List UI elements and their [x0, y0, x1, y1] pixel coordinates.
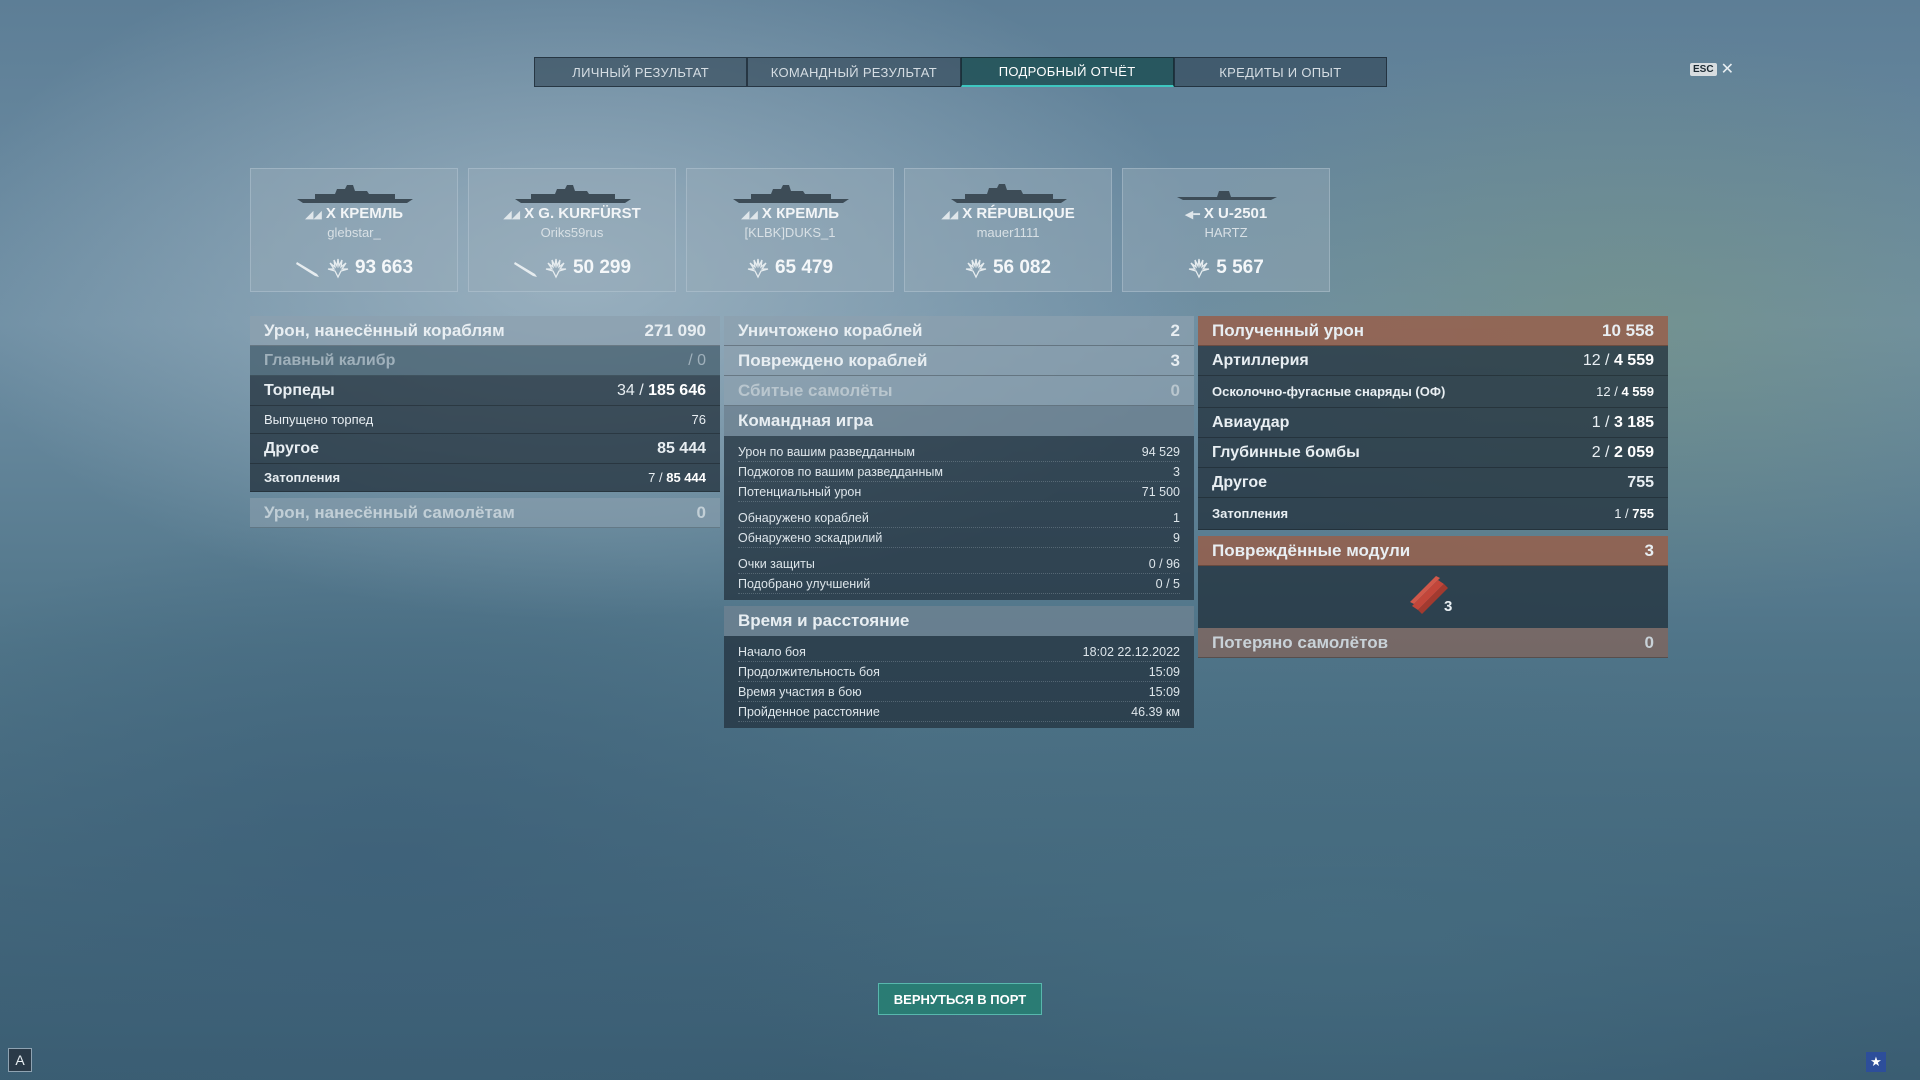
ship-name: RÉPUBLIQUE — [976, 205, 1075, 222]
he-shells-row: Осколочно-фугасные снаряды (ОФ) 12 / 4 5… — [1198, 376, 1668, 408]
list-item: Потенциальный урон 71 500 — [738, 482, 1180, 502]
ship-name: КРЕМЛЬ — [776, 205, 840, 222]
player-name: [KLBK]DUKS_1 — [744, 225, 836, 240]
close-button[interactable]: ESC ✕ — [1690, 59, 1734, 79]
player-name: HARTZ — [1204, 225, 1248, 240]
battleship-class-icon: ◢◢ — [740, 209, 758, 221]
module-count: 3 — [1444, 598, 1453, 615]
ship-damage: 65 479 — [774, 257, 834, 278]
ship-card[interactable]: ◢◢ X RÉPUBLIQUE mauer1111 56 082 — [904, 168, 1112, 292]
list-item: Поджогов по вашим разведданным 3 — [738, 462, 1180, 482]
ship-card[interactable]: ◀━ X U-2501 HARTZ 5 567 — [1122, 168, 1330, 292]
battle-stats-panel: Уничтожено кораблей 2 Повреждено корабле… — [724, 316, 1194, 728]
list-item: Начало боя 18:02 22.12.2022 — [738, 642, 1180, 662]
ship-name: G. KURFÜRST — [538, 205, 641, 222]
torpedo-icon — [513, 262, 537, 277]
depth-charges-row: Глубинные бомбы 2 / 2 059 — [1198, 438, 1668, 468]
flooding-row: Затопления 7 / 85 444 — [250, 464, 720, 492]
player-name: Oriks59rus — [540, 225, 604, 240]
air-strike-row: Авиаудар 1 / 3 185 — [1198, 408, 1668, 438]
torpedoes-row: Торпеды 34 / 185 646 — [250, 376, 720, 406]
ship-card[interactable]: ◢◢ X КРЕМЛЬ [KLBK]DUKS_1 65 479 — [686, 168, 894, 292]
esc-key-badge: ESC — [1690, 62, 1717, 76]
planes-lost-row: Потеряно самолётов 0 — [1198, 628, 1668, 658]
close-icon: ✕ — [1720, 61, 1734, 78]
player-name: mauer1111 — [976, 225, 1040, 240]
ship-damage: 56 082 — [992, 257, 1052, 278]
battleship-silhouette-icon — [515, 185, 631, 203]
planes-shot-row: Сбитые самолёты 0 — [724, 376, 1194, 406]
other-received-row: Другое 755 — [1198, 468, 1668, 498]
damage-dealt-panel: Урон, нанесённый кораблям 271 090 Главны… — [250, 316, 720, 528]
ship-damage-row: Урон, нанесённый кораблям 271 090 — [250, 316, 720, 346]
teamplay-section-title: Командная игра — [724, 406, 1194, 436]
battleship-class-icon: ◢◢ — [304, 209, 322, 221]
damage-burst-icon — [545, 258, 567, 279]
ship-tier: X — [325, 205, 336, 222]
submarine-class-icon: ◀━ — [1184, 209, 1200, 221]
list-item: Время участия в бою 15:09 — [738, 682, 1180, 702]
battleship-silhouette-icon — [733, 185, 849, 203]
ships-damaged-row: Повреждено кораблей 3 — [724, 346, 1194, 376]
damaged-modules-row: Повреждённые модули 3 — [1198, 536, 1668, 566]
flooding-received-row: Затопления 1 / 755 — [1198, 498, 1668, 530]
ship-damage: 93 663 — [354, 257, 414, 278]
list-item: Очки защиты 0 / 96 — [738, 554, 1180, 574]
list-item: Обнаружено кораблей 1 — [738, 508, 1180, 528]
tab-personal-result[interactable]: ЛИЧНЫЙ РЕЗУЛЬТАТ — [534, 57, 748, 87]
artillery-row: Артиллерия 12 / 4 559 — [1198, 346, 1668, 376]
player-name: glebstar_ — [327, 225, 381, 240]
ship-tier: X — [524, 205, 535, 222]
submarine-silhouette-icon — [1177, 191, 1277, 200]
damage-burst-icon — [1189, 258, 1210, 279]
tab-team-result[interactable]: КОМАНДНЫЙ РЕЗУЛЬТАТ — [747, 57, 961, 87]
list-item: Подобрано улучшений 0 / 5 — [738, 574, 1180, 594]
ship-tier: X — [761, 205, 772, 222]
received-damage-row: Полученный урон 10 558 — [1198, 316, 1668, 346]
ship-cards: ◢◢ X КРЕМЛЬ glebstar_ 93 663 ◢◢ X G. KURFÜ… — [250, 168, 1330, 292]
damage-burst-icon — [327, 258, 349, 279]
other-damage-row: Другое 85 444 — [250, 434, 720, 464]
damage-burst-icon — [747, 258, 769, 279]
ship-name: КРЕМЛЬ — [340, 205, 404, 222]
tab-detailed-report[interactable]: ПОДРОБНЫЙ ОТЧЁТ — [960, 57, 1174, 87]
list-item: Урон по вашим разведданным 94 529 — [738, 442, 1180, 462]
battleship-class-icon: ◢◢ — [503, 209, 521, 221]
list-item: Обнаружено эскадрилий 9 — [738, 528, 1180, 548]
app-logo-icon[interactable]: A — [8, 1048, 32, 1072]
ship-damage: 50 299 — [572, 257, 632, 278]
time-distance-list: Начало боя 18:02 22.12.2022 Продолжительн… — [724, 636, 1194, 728]
torpedo-icon — [295, 262, 319, 277]
teamplay-list: Урон по вашим разведданным 94 529 Поджого… — [724, 436, 1194, 600]
battleship-silhouette-icon — [297, 185, 413, 203]
ship-card[interactable]: ◢◢ X КРЕМЛЬ glebstar_ 93 663 — [250, 168, 458, 292]
ship-damage: 5 567 — [1216, 257, 1264, 278]
ship-card[interactable]: ◢◢ X G. KURFÜRST Oriks59rus 50 299 — [468, 168, 676, 292]
damaged-modules-area: 3 — [1198, 566, 1668, 628]
time-distance-section-title: Время и расстояние — [724, 606, 1194, 636]
damage-burst-icon — [965, 258, 987, 279]
ships-destroyed-row: Уничтожено кораблей 2 — [724, 316, 1194, 346]
ship-name: U-2501 — [1218, 205, 1268, 222]
ship-tier: X — [962, 205, 973, 222]
star-icon[interactable]: ★ — [1866, 1052, 1886, 1072]
tab-bar: ЛИЧНЫЙ РЕЗУЛЬТАТ КОМАНДНЫЙ РЕЗУЛЬТАТ ПОД… — [534, 57, 1387, 87]
battleship-silhouette-icon — [951, 184, 1067, 203]
main-caliber-row: Главный калибр / 0 — [250, 346, 720, 376]
battleship-class-icon: ◢◢ — [941, 209, 959, 221]
list-item: Продолжительность боя 15:09 — [738, 662, 1180, 682]
tab-credits-xp[interactable]: КРЕДИТЫ И ОПЫТ — [1173, 57, 1387, 87]
plane-damage-row: Урон, нанесённый самолётам 0 — [250, 498, 720, 528]
list-item: Пройденное расстояние 46.39 км — [738, 702, 1180, 722]
return-to-port-button[interactable]: ВЕРНУТЬСЯ В ПОРТ — [878, 983, 1042, 1015]
damage-received-panel: Полученный урон 10 558 Артиллерия 12 / 4… — [1198, 316, 1668, 658]
torpedoes-fired-row: Выпущено торпед 76 — [250, 406, 720, 434]
ship-tier: X — [1203, 205, 1214, 222]
